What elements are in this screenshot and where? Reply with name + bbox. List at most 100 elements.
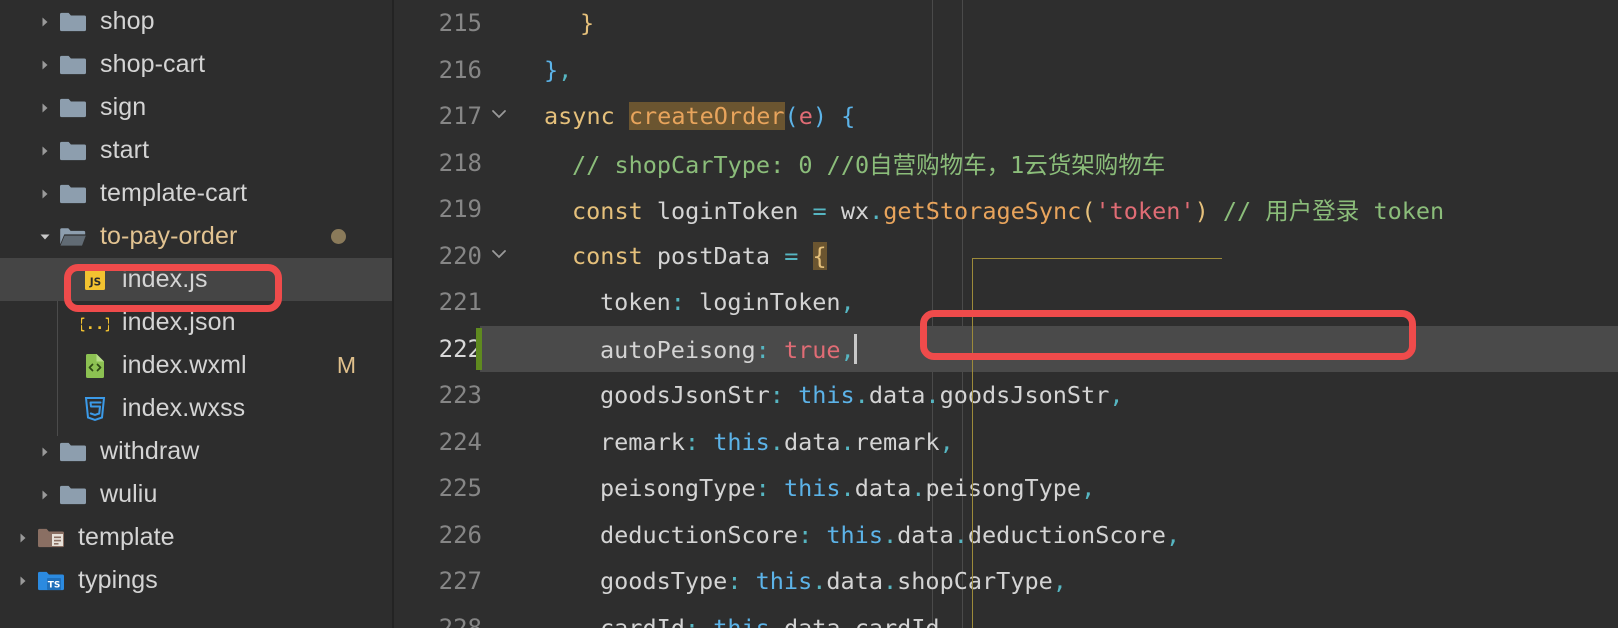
code-line-219[interactable]: 219 const loginToken = wx.getStorageSync(… xyxy=(394,186,1618,233)
template-folder-icon xyxy=(37,526,65,550)
chevron-right-icon[interactable] xyxy=(12,531,34,545)
code-token: { xyxy=(841,102,856,131)
code-line-list[interactable]: 215} 216}, 217 async createOrder(e) {218// … xyxy=(394,0,1618,628)
code-line-227[interactable]: 227 goodsType: this.data.shopCarType, xyxy=(394,558,1618,605)
code-line-223[interactable]: 223 goodsJsonStr: this.data.goodsJsonStr, xyxy=(394,372,1618,419)
line-gutter: 223 xyxy=(394,372,532,419)
code-token: { xyxy=(812,241,827,270)
code-token: remark xyxy=(600,427,685,456)
code-text[interactable]: goodsType: this.data.shopCarType, xyxy=(588,567,1067,595)
code-text[interactable]: const postData = { xyxy=(560,241,827,270)
code-line-215[interactable]: 215} xyxy=(394,0,1618,47)
chevron-right-icon[interactable] xyxy=(34,101,56,115)
code-text[interactable]: peisongType: this.data.peisongType, xyxy=(588,474,1095,502)
tree-row-shop-cart[interactable]: shop-cart xyxy=(0,43,392,86)
code-text[interactable]: } xyxy=(568,9,594,37)
tree-row-withdraw[interactable]: withdraw xyxy=(0,430,392,473)
git-status-badge: M xyxy=(336,352,356,378)
line-gutter: 224 xyxy=(394,419,532,466)
code-line-222[interactable]: 222 autoPeisong: true, xyxy=(394,325,1618,372)
tree-row-template[interactable]: template xyxy=(0,516,392,559)
line-number: 227 xyxy=(438,567,482,596)
tree-row-index-json[interactable]: {..} index.json xyxy=(0,301,392,344)
tree-row-wuliu[interactable]: wuliu xyxy=(0,473,392,516)
code-text[interactable]: deductionScore: this.data.deductionScore… xyxy=(588,521,1180,549)
fold-chevron-down-icon[interactable] xyxy=(482,242,516,270)
code-token: , xyxy=(840,335,855,364)
tree-row-label: start xyxy=(100,136,150,164)
folder-icon xyxy=(59,483,87,507)
tree-row-index-js[interactable]: JS index.js xyxy=(0,258,392,301)
line-number: 222 xyxy=(438,334,482,363)
code-text[interactable]: // shopCarType: 0 //0自营购物车，1云货架购物车 xyxy=(560,146,1165,180)
code-text[interactable]: async createOrder(e) { xyxy=(532,102,856,131)
css-file-icon xyxy=(78,396,112,422)
chevron-right-icon xyxy=(38,187,52,201)
code-line-228[interactable]: 228 cardId: this.data.cardId, xyxy=(394,605,1618,628)
code-line-217[interactable]: 217 async createOrder(e) { xyxy=(394,93,1618,140)
line-number: 221 xyxy=(438,288,482,317)
css-file-icon xyxy=(82,396,108,422)
file-explorer-sidebar[interactable]: shop shop-cart sign start template-cart to-pa… xyxy=(0,0,394,628)
code-token: : xyxy=(755,474,784,503)
code-token: peisongType xyxy=(600,474,756,503)
code-line-221[interactable]: 221 token: loginToken, xyxy=(394,279,1618,326)
code-token: data xyxy=(783,427,841,456)
code-token: token xyxy=(600,288,671,317)
tree-row-index-wxss[interactable]: index.wxss xyxy=(0,387,392,430)
code-line-225[interactable]: 225 peisongType: this.data.peisongType, xyxy=(394,465,1618,512)
code-text[interactable]: cardId: this.data.cardId, xyxy=(588,614,954,628)
line-background xyxy=(480,47,1618,94)
ts-folder-icon: TS xyxy=(37,569,65,593)
code-editor[interactable]: 215} 216}, 217 async createOrder(e) {218// … xyxy=(394,0,1618,628)
code-token: . xyxy=(911,474,926,503)
code-text[interactable]: goodsJsonStr: this.data.goodsJsonStr, xyxy=(588,381,1124,409)
code-line-220[interactable]: 220 const postData = { xyxy=(394,233,1618,280)
code-line-226[interactable]: 226 deductionScore: this.data.deductionSc… xyxy=(394,512,1618,559)
code-token: loginToken xyxy=(699,288,841,317)
tree-row-label: index.wxml xyxy=(122,351,247,379)
code-text[interactable]: autoPeisong: true, xyxy=(588,333,857,364)
folder-icon xyxy=(56,10,90,34)
git-change-bar xyxy=(476,327,482,370)
tree-row-template-cart[interactable]: template-cart xyxy=(0,172,392,215)
line-background xyxy=(480,0,1618,47)
chevron-right-icon[interactable] xyxy=(34,445,56,459)
code-token: this xyxy=(798,381,855,410)
code-token: getStorageSync xyxy=(883,197,1082,226)
code-text[interactable]: const loginToken = wx.getStorageSync('to… xyxy=(560,192,1444,226)
file-tree[interactable]: shop shop-cart sign start template-cart to-pa… xyxy=(0,0,392,602)
fold-chevron-down-icon[interactable] xyxy=(482,102,516,130)
code-line-216[interactable]: 216}, xyxy=(394,47,1618,94)
chevron-right-icon[interactable] xyxy=(34,488,56,502)
tree-row-start[interactable]: start xyxy=(0,129,392,172)
ts-folder-icon: TS xyxy=(34,569,68,593)
chevron-right-icon[interactable] xyxy=(34,144,56,158)
chevron-right-icon[interactable] xyxy=(34,58,56,72)
template-folder-icon xyxy=(34,526,68,550)
tree-row-sign[interactable]: sign xyxy=(0,86,392,129)
code-line-224[interactable]: 224 remark: this.data.remark, xyxy=(394,419,1618,466)
code-token: . xyxy=(769,613,784,628)
chevron-right-icon xyxy=(16,531,30,545)
tree-row-index-wxml[interactable]: index.wxml M xyxy=(0,344,392,387)
chevron-right-icon[interactable] xyxy=(12,574,34,588)
tree-row-typings[interactable]: TS typings xyxy=(0,559,392,602)
chevron-down-icon[interactable] xyxy=(34,230,56,244)
tree-row-to-pay-order[interactable]: to-pay-order xyxy=(0,215,392,258)
code-token: : xyxy=(798,520,827,549)
code-token: , xyxy=(558,55,573,84)
code-text[interactable]: token: loginToken, xyxy=(588,288,855,316)
code-text[interactable]: }, xyxy=(532,56,572,84)
tree-row-shop[interactable]: shop xyxy=(0,0,392,43)
code-token: : xyxy=(769,381,799,410)
chevron-right-icon[interactable] xyxy=(34,15,56,29)
code-token: createOrder xyxy=(628,102,785,131)
code-token: e xyxy=(798,102,813,131)
line-gutter: 227 xyxy=(394,558,532,605)
code-text[interactable]: remark: this.data.remark, xyxy=(588,428,954,456)
line-gutter: 220 xyxy=(394,233,532,280)
chevron-right-icon[interactable] xyxy=(34,187,56,201)
code-token: . xyxy=(882,567,898,596)
code-line-218[interactable]: 218 // shopCarType: 0 //0自营购物车，1云货架购物车 xyxy=(394,140,1618,187)
